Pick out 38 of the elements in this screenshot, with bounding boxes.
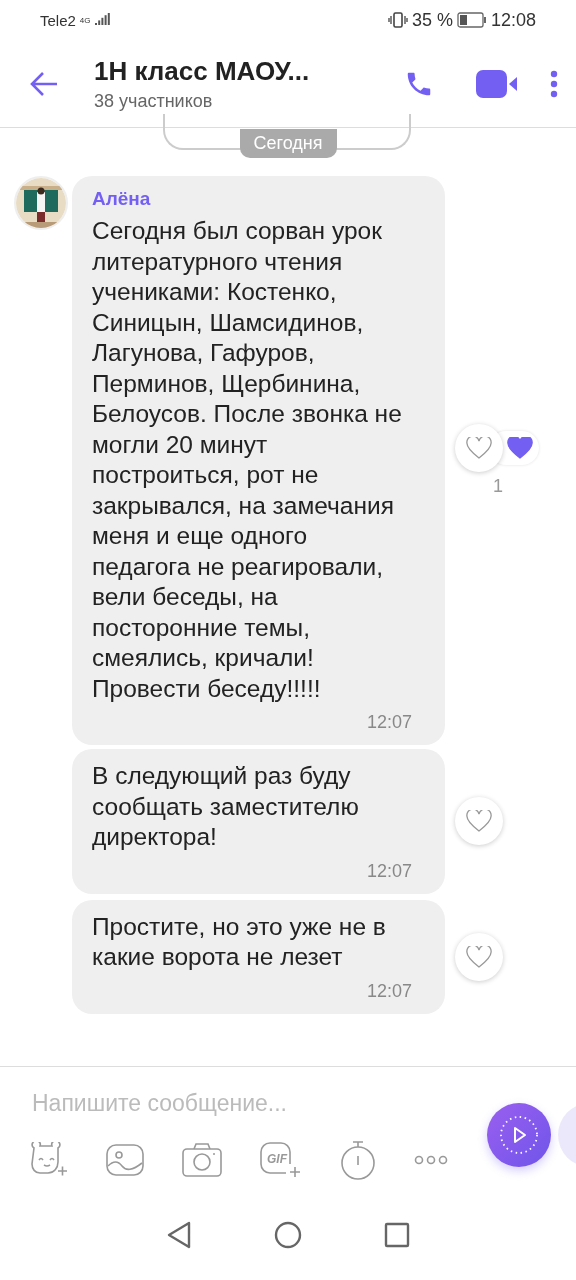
battery-percent: 35 % [411, 9, 453, 31]
home-nav-icon[interactable] [274, 1221, 302, 1249]
camera-icon[interactable] [182, 1143, 222, 1177]
more-icon[interactable] [414, 1155, 448, 1165]
more-options-icon[interactable] [550, 69, 558, 98]
carrier-name: Tele2 [40, 11, 76, 29]
heart-icon [466, 945, 492, 968]
like-button[interactable] [455, 932, 503, 981]
back-nav-icon[interactable] [166, 1221, 192, 1249]
battery-icon [456, 12, 487, 28]
signal-icon [94, 13, 111, 27]
like-count: 1 [493, 476, 503, 497]
message-text: В следующий раз буду сообщать заместителю директора! [92, 761, 360, 852]
sender-name: Алёна [92, 188, 152, 210]
network-type: 4G [79, 15, 91, 25]
date-chip: Сегодня [239, 129, 337, 158]
image-icon[interactable] [106, 1144, 144, 1176]
heart-icon [466, 810, 492, 833]
play-icon [499, 1115, 539, 1155]
vibrate-icon [387, 11, 408, 29]
message-text: Простите, но это уже не в какие ворота не лезет [92, 911, 387, 972]
recents-nav-icon[interactable] [384, 1222, 410, 1248]
chat-title: 1Н класс МАОУ... [94, 55, 311, 87]
message-time: 12:07 [366, 980, 412, 1002]
message-time: 12:07 [366, 860, 412, 882]
back-arrow-icon[interactable] [30, 70, 58, 97]
heart-icon [507, 437, 533, 459]
like-button[interactable] [455, 797, 503, 846]
sticker-add-icon[interactable] [28, 1142, 68, 1178]
clock: 12:08 [490, 9, 536, 31]
record-button[interactable] [487, 1103, 551, 1167]
participants-count: 38 участников [94, 90, 214, 112]
heart-icon [466, 437, 492, 459]
timer-icon[interactable] [340, 1140, 376, 1180]
video-camera-icon[interactable] [476, 68, 518, 99]
message-text: Сегодня был сорван урок литературного чтения учениками: Костенко, Синицын, Шамсидинов, Лагунова, Гафуров, Перминов, Щербинина, Белоусов. После звонка не могли 20 минут построиться, рот не закрывался, на замечания меня и еще одного педагога не реагировали, вели беседы, на посторонние темы, смеялись, кричали! Провести беседу!!!!! [92, 216, 403, 704]
message-time: 12:07 [366, 712, 412, 733]
like-button[interactable] [455, 424, 503, 472]
